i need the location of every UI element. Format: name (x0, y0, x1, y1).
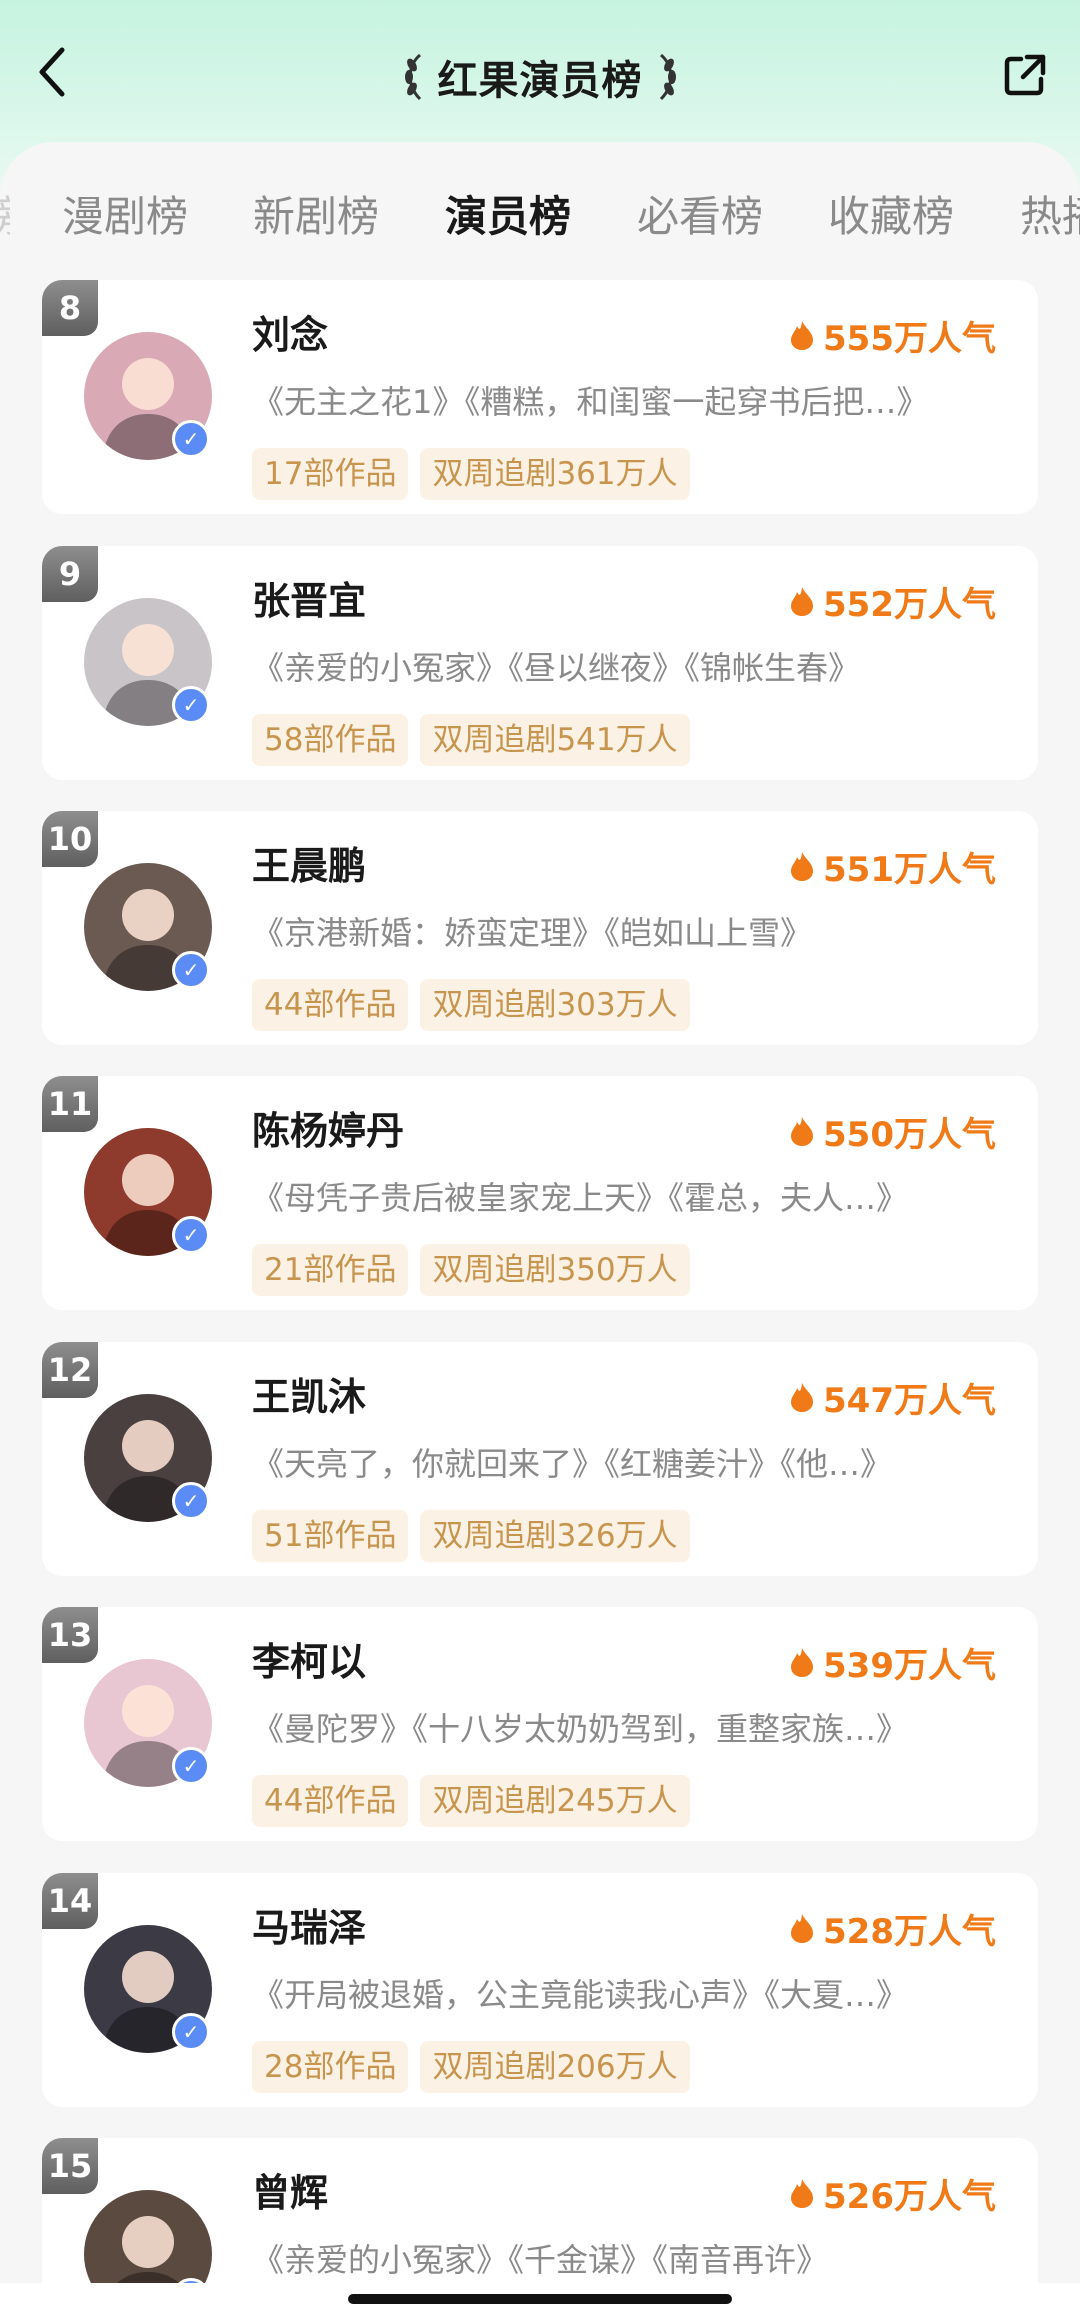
followers-tag: 双周追剧350万人 (420, 1244, 690, 1296)
popularity: 547万人气 (789, 1372, 996, 1422)
page-title-wrap: 红果演员榜 (0, 42, 1080, 112)
verified-icon: ✓ (172, 420, 210, 458)
works-list: 《无主之花1》《糟糕，和闺蜜一起穿书后把…》 (252, 383, 929, 421)
popularity: 551万人气 (789, 841, 996, 891)
tab-favorites[interactable]: 收藏榜 (828, 182, 954, 252)
laurel-right-icon (659, 53, 676, 101)
followers-tag: 双周追剧361万人 (420, 448, 690, 500)
followers-tag: 双周追剧541万人 (420, 714, 690, 766)
actor-card[interactable]: 8 ✓ 刘念 555万人气 《无主之花1》《糟糕，和闺蜜一起穿书后把…》 17部… (42, 280, 1038, 514)
popularity-value: 528万人气 (823, 1911, 996, 1952)
rank-badge: 14 (42, 1873, 98, 1929)
actor-name[interactable]: 张晋宜 (252, 576, 366, 626)
actor-card[interactable]: 14 ✓ 马瑞泽 528万人气 《开局被退婚，公主竟能读我心声》《大夏…》 28… (42, 1873, 1038, 2107)
home-indicator (348, 2294, 732, 2304)
popularity-value: 555万人气 (823, 318, 996, 359)
rank-badge: 8 (42, 280, 98, 336)
works-list: 《亲爱的小冤家》《昼以继夜》《锦帐生春》 (252, 649, 861, 687)
popularity-value: 547万人气 (823, 1380, 996, 1421)
works-count-tag: 51部作品 (252, 1510, 409, 1562)
works-count-tag: 21部作品 (252, 1244, 409, 1296)
tag-row: 21部作品 双周追剧350万人 (252, 1244, 690, 1296)
followers-tag: 双周追剧303万人 (420, 979, 690, 1031)
actor-card[interactable]: 11 ✓ 陈杨婷丹 550万人气 《母凭子贵后被皇家宠上天》《霍总，夫人…》 2… (42, 1076, 1038, 1310)
rank-badge: 12 (42, 1342, 98, 1398)
actor-name[interactable]: 刘念 (252, 310, 328, 360)
flame-icon (791, 1117, 814, 1146)
followers-tag: 双周追剧326万人 (420, 1510, 690, 1562)
tag-row: 58部作品 双周追剧541万人 (252, 714, 690, 766)
popularity-value: 552万人气 (823, 584, 996, 625)
tab-new[interactable]: 新剧榜 (253, 182, 379, 252)
actor-name[interactable]: 曾辉 (252, 2168, 328, 2218)
flame-icon (791, 1383, 814, 1412)
rank-badge: 13 (42, 1607, 98, 1663)
popularity: 526万人气 (789, 2168, 996, 2218)
works-count-tag: 28部作品 (252, 2041, 409, 2093)
share-icon (1004, 54, 1046, 96)
followers-tag: 双周追剧245万人 (420, 1775, 690, 1827)
verified-icon: ✓ (172, 1747, 210, 1785)
actor-name[interactable]: 陈杨婷丹 (252, 1106, 404, 1156)
verified-icon: ✓ (172, 2013, 210, 2051)
flame-icon (791, 587, 814, 616)
popularity: 550万人气 (789, 1106, 996, 1156)
tag-row: 17部作品 双周追剧361万人 (252, 448, 690, 500)
verified-icon: ✓ (172, 1216, 210, 1254)
popularity-value: 551万人气 (823, 849, 996, 890)
tab-partial-left: 榜 (0, 182, 10, 252)
tab-hot[interactable]: 热播榜 (1020, 182, 1080, 252)
works-list: 《开局被退婚，公主竟能读我心声》《大夏…》 (252, 1976, 909, 2014)
flame-icon (791, 1648, 814, 1677)
works-list: 《母凭子贵后被皇家宠上天》《霍总，夫人…》 (252, 1179, 909, 1217)
tag-row: 51部作品 双周追剧326万人 (252, 1510, 690, 1562)
rank-badge: 10 (42, 811, 98, 867)
tag-row: 44部作品 双周追剧303万人 (252, 979, 690, 1031)
page-title: 红果演员榜 (437, 58, 643, 104)
tab-actors[interactable]: 演员榜 (445, 182, 571, 252)
popularity: 539万人气 (789, 1637, 996, 1687)
actor-name[interactable]: 王晨鹏 (252, 841, 366, 891)
actor-name[interactable]: 王凯沐 (252, 1372, 366, 1422)
flame-icon (791, 852, 814, 881)
popularity: 528万人气 (789, 1903, 996, 1953)
tag-row: 28部作品 双周追剧206万人 (252, 2041, 690, 2093)
works-count-tag: 58部作品 (252, 714, 409, 766)
works-list: 《曼陀罗》《十八岁太奶奶驾到，重整家族…》 (252, 1710, 909, 1748)
works-list: 《亲爱的小冤家》《千金谋》《南音再许》 (252, 2241, 829, 2279)
flame-icon (791, 321, 814, 350)
laurel-left-icon (404, 53, 421, 101)
verified-icon: ✓ (172, 951, 210, 989)
works-list: 《天亮了，你就回来了》《红糖姜汁》《他…》 (252, 1445, 893, 1483)
ranking-panel: 榜 漫剧榜 新剧榜 演员榜 必看榜 收藏榜 热播榜 8 ✓ 刘念 555万人气 (0, 142, 1080, 2323)
works-count-tag: 44部作品 (252, 1775, 409, 1827)
verified-icon: ✓ (172, 686, 210, 724)
tab-manju[interactable]: 漫剧榜 (62, 182, 188, 252)
actor-card[interactable]: 12 ✓ 王凯沐 547万人气 《天亮了，你就回来了》《红糖姜汁》《他…》 51… (42, 1342, 1038, 1576)
actor-card[interactable]: 13 ✓ 李柯以 539万人气 《曼陀罗》《十八岁太奶奶驾到，重整家族…》 44… (42, 1607, 1038, 1841)
actor-name[interactable]: 马瑞泽 (252, 1903, 366, 1953)
works-count-tag: 44部作品 (252, 979, 409, 1031)
works-count-tag: 17部作品 (252, 448, 409, 500)
flame-icon (791, 2179, 814, 2208)
rank-badge: 15 (42, 2138, 98, 2194)
actor-card[interactable]: 10 ✓ 王晨鹏 551万人气 《京港新婚：娇蛮定理》《皑如山上雪》 44部作品… (42, 811, 1038, 1045)
popularity: 555万人气 (789, 310, 996, 360)
popularity-value: 539万人气 (823, 1645, 996, 1686)
share-button[interactable] (992, 42, 1058, 108)
rank-badge: 11 (42, 1076, 98, 1132)
popularity-value: 526万人气 (823, 2176, 996, 2217)
tab-must-watch[interactable]: 必看榜 (637, 182, 763, 252)
followers-tag: 双周追剧206万人 (420, 2041, 690, 2093)
flame-icon (791, 1914, 814, 1943)
tag-row: 44部作品 双周追剧245万人 (252, 1775, 690, 1827)
popularity: 552万人气 (789, 576, 996, 626)
actor-card[interactable]: 9 ✓ 张晋宜 552万人气 《亲爱的小冤家》《昼以继夜》《锦帐生春》 58部作… (42, 546, 1038, 780)
popularity-value: 550万人气 (823, 1114, 996, 1155)
verified-icon: ✓ (172, 1482, 210, 1520)
rank-badge: 9 (42, 546, 98, 602)
actor-name[interactable]: 李柯以 (252, 1637, 366, 1687)
works-list: 《京港新婚：娇蛮定理》《皑如山上雪》 (252, 914, 813, 952)
tab-bar: 榜 漫剧榜 新剧榜 演员榜 必看榜 收藏榜 热播榜 (0, 182, 1080, 252)
